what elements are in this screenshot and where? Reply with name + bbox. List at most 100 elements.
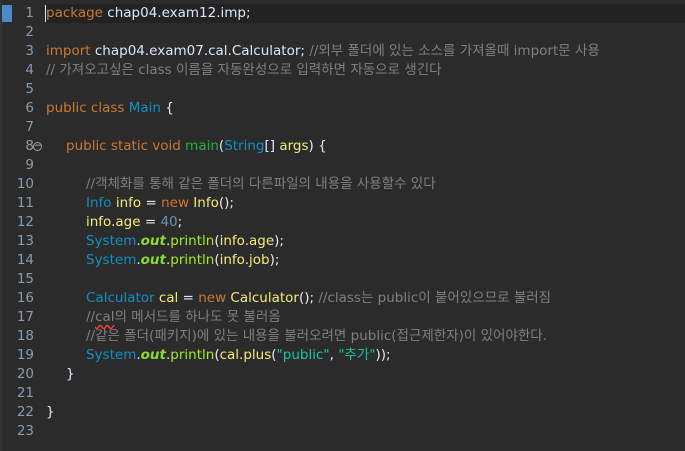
line-number: 10 — [16, 176, 34, 192]
line-number: 19 — [16, 347, 34, 363]
comment: //같은 폴더(패키지)에 있는 내용을 불러오려면 public(접근제한자)… — [86, 328, 548, 344]
code-text: chap04.exam12.imp; — [103, 5, 251, 21]
code-line-4[interactable]: // 가져오고싶은 class 이름을 자동완성으로 입력하면 자동으로 생긴다 — [46, 61, 685, 80]
comment: //객체화를 통해 같은 폴더의 다른파일의 내용을 사용할수 있다 — [86, 176, 436, 192]
line-number: 14 — [16, 252, 34, 268]
punctuation: )); — [375, 347, 391, 363]
punctuation: , — [329, 347, 339, 363]
line-number: 1 — [25, 5, 34, 21]
method-name: main — [185, 138, 219, 154]
keyword: public — [46, 100, 87, 116]
text-cursor — [45, 5, 46, 22]
comment: 의 메서드를 하나도 못 불러옴 — [114, 309, 281, 325]
punctuation: ); — [274, 233, 284, 249]
punctuation: ); — [269, 252, 280, 268]
code-line-17[interactable]: //cal의 메서드를 하나도 못 불러옴 — [46, 308, 685, 327]
punctuation: (); — [298, 290, 319, 306]
comment: //class는 public이 붙어있으므로 불러짐 — [318, 290, 552, 306]
variable: info — [219, 233, 245, 249]
line-number: 15 — [16, 271, 34, 287]
type-name: Calculator — [86, 290, 155, 306]
code-line-1[interactable]: package chap04.exam12.imp; — [46, 4, 685, 23]
code-area[interactable]: package chap04.exam12.imp; import chap04… — [46, 0, 685, 451]
method-call: println — [170, 233, 215, 249]
code-line-13[interactable]: System.out.println(info.age); — [46, 232, 685, 251]
class-name: System — [86, 252, 137, 268]
code-line-11[interactable]: Info info = new Info(); — [46, 194, 685, 213]
keyword: new — [161, 195, 189, 211]
line-number: 2 — [25, 24, 34, 40]
string-literal: "추가" — [338, 347, 376, 363]
string-literal: "public" — [276, 347, 330, 363]
keyword: import — [46, 43, 91, 59]
type-name: Info — [86, 195, 112, 211]
operator: = — [141, 195, 162, 211]
keyword: void — [152, 138, 181, 154]
variable: info — [115, 195, 142, 211]
class-name: Main — [128, 100, 161, 116]
fold-toggle-icon[interactable]: − — [33, 142, 42, 151]
line-number: 23 — [16, 423, 34, 439]
comment: // — [86, 309, 96, 325]
operator: = — [140, 214, 161, 230]
class-name: System — [86, 347, 137, 363]
code-line-6[interactable]: public class Main { — [46, 99, 685, 118]
operator: = — [178, 290, 199, 306]
line-number: 18 — [16, 328, 34, 344]
line-number: 21 — [16, 385, 34, 401]
method-call: plus — [243, 347, 272, 363]
punctuation: { — [160, 100, 174, 116]
constructor-call: Info — [193, 195, 219, 211]
code-line-20[interactable]: } — [46, 365, 685, 384]
marker-bar — [0, 0, 3, 451]
code-line-22[interactable]: } — [46, 403, 685, 422]
line-number-gutter: 1 2 3 4 5 6 7 8 − 10 9 11 12 13 14 15 16… — [0, 0, 42, 451]
line-number: 13 — [16, 233, 34, 249]
static-field: out — [140, 233, 166, 249]
punctuation: [] — [264, 138, 280, 154]
line-number: 22 — [16, 404, 34, 420]
variable: cal — [219, 347, 240, 363]
punctuation: ) { — [308, 138, 327, 154]
variable: cal — [158, 290, 179, 306]
line-number: 17 — [16, 309, 34, 325]
class-name: System — [86, 233, 137, 249]
code-text: chap04.exam07.cal.Calculator; — [90, 43, 310, 59]
constructor-call: Calculator — [230, 290, 299, 306]
variable: info — [219, 252, 245, 268]
line-number: 6 — [25, 100, 34, 116]
line-number: 20 — [16, 366, 34, 382]
method-call: println — [170, 252, 215, 268]
code-line-14[interactable]: System.out.println(info.job); — [46, 251, 685, 270]
static-field: out — [140, 252, 166, 268]
field: age — [248, 233, 275, 249]
comment: //외부 폴더에 있는 소스를 가져올때 import문 사용 — [309, 43, 600, 59]
parameter: args — [279, 138, 309, 154]
code-line-12[interactable]: info.age = 40; — [46, 213, 685, 232]
code-line-19[interactable]: System.out.println(cal.plus("public", "추… — [46, 346, 685, 365]
code-line-10[interactable]: //객체화를 통해 같은 폴더의 다른파일의 내용을 사용할수 있다 — [46, 175, 685, 194]
keyword: package — [46, 5, 103, 21]
code-editor[interactable]: 1 2 3 4 5 6 7 8 − 10 9 11 12 13 14 15 16… — [0, 0, 685, 451]
field: age — [115, 214, 141, 230]
spelling-warning: cal — [95, 309, 115, 325]
keyword: new — [198, 290, 227, 306]
keyword: static — [110, 138, 148, 154]
code-line-8[interactable]: public static void main(String[] args) { — [46, 137, 685, 156]
code-line-3[interactable]: import chap04.exam07.cal.Calculator; //외… — [46, 42, 685, 61]
keyword: public — [66, 138, 107, 154]
type-name: String — [224, 138, 265, 154]
variable: info — [86, 214, 112, 230]
number-literal: 40 — [160, 214, 178, 230]
code-line-16[interactable]: Calculator cal = new Calculator(); //cla… — [46, 289, 685, 308]
code-line-18[interactable]: //같은 폴더(패키지)에 있는 내용을 불러오려면 public(접근제한자)… — [46, 327, 685, 346]
method-call: println — [170, 347, 215, 363]
punctuation: } — [66, 366, 75, 382]
line-number: 8 — [25, 138, 34, 154]
line-number: 3 — [25, 43, 34, 59]
line-number: 12 — [16, 214, 34, 230]
line-number: 5 — [25, 81, 34, 97]
current-line-marker — [2, 5, 12, 22]
static-field: out — [140, 347, 166, 363]
line-number: 9 — [25, 157, 34, 173]
